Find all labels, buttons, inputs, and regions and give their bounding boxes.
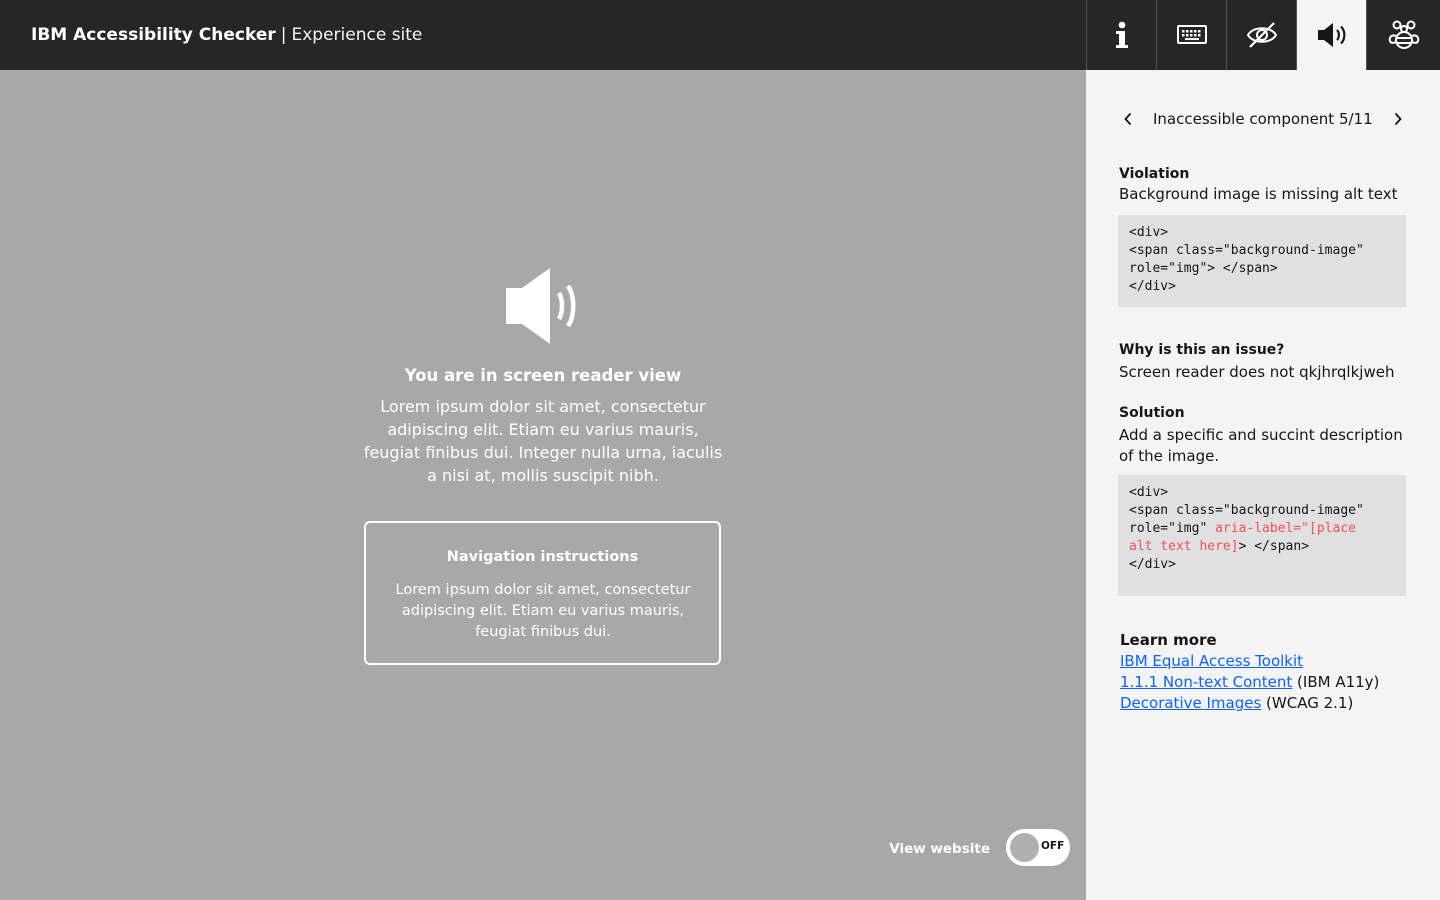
violation-code-snippet: <div> <span class="background-image" rol… [1118, 215, 1406, 307]
eye-slash-icon [1246, 22, 1277, 48]
info-view-button[interactable] [1086, 0, 1156, 70]
top-bar: IBM Accessibility Checker | Experience s… [0, 0, 1440, 70]
why-text: Screen reader does not qkjhrqlkjweh [1119, 363, 1395, 381]
bee-view-button[interactable] [1366, 0, 1440, 70]
view-website-toggle[interactable]: OFF [1006, 829, 1070, 866]
equal-access-toolkit-link[interactable]: IBM Equal Access Toolkit [1120, 652, 1303, 670]
link-suffix: (IBM A11y) [1292, 673, 1380, 691]
link-suffix: (WCAG 2.1) [1261, 694, 1354, 712]
low-vision-view-button[interactable] [1226, 0, 1296, 70]
navigation-instructions-card: Navigation instructions Lorem ipsum dolo… [364, 521, 721, 665]
brand-title: IBM Accessibility Checker [31, 25, 276, 45]
chevron-right-icon [1394, 112, 1402, 126]
solution-heading: Solution [1119, 405, 1185, 421]
learn-more-item: Decorative Images (WCAG 2.1) [1120, 693, 1420, 714]
info-icon [1115, 21, 1128, 48]
view-toolbar [1086, 0, 1440, 70]
screen-reader-view-button[interactable] [1296, 0, 1366, 70]
violation-heading: Violation [1119, 166, 1190, 182]
next-component-button[interactable] [1386, 107, 1410, 131]
learn-more-heading: Learn more [1120, 631, 1217, 649]
component-counter: Inaccessible component 5/11 [1153, 110, 1373, 128]
view-website-label: View website [889, 841, 990, 857]
solution-code-snippet: <div> <span class="background-image" rol… [1118, 475, 1406, 596]
speaker-icon [1317, 23, 1345, 47]
violation-text: Background image is missing alt text [1119, 185, 1398, 203]
keyboard-view-button[interactable] [1156, 0, 1226, 70]
speaker-icon [506, 268, 576, 344]
brand: IBM Accessibility Checker | Experience s… [31, 0, 422, 70]
decorative-images-link[interactable]: Decorative Images [1120, 694, 1261, 712]
non-text-content-link[interactable]: 1.1.1 Non-text Content [1120, 673, 1292, 691]
learn-more-item: IBM Equal Access Toolkit [1120, 651, 1420, 672]
navigation-instructions-title: Navigation instructions [446, 549, 639, 565]
bee-icon [1388, 20, 1419, 49]
chevron-left-icon [1124, 112, 1132, 126]
brand-separator: | [280, 25, 287, 45]
keyboard-icon [1176, 25, 1207, 44]
previous-component-button[interactable] [1116, 107, 1140, 131]
component-pager: Inaccessible component 5/11 [1116, 107, 1412, 131]
view-description: Lorem ipsum dolor sit amet, consectetur … [363, 397, 723, 485]
screen-reader-view: You are in screen reader view Lorem ipsu… [0, 70, 1086, 900]
brand-subtitle: Experience site [291, 25, 423, 45]
learn-more-links: IBM Equal Access Toolkit 1.1.1 Non-text … [1120, 651, 1420, 714]
toggle-state-label: OFF [1041, 840, 1065, 852]
navigation-instructions-text: Lorem ipsum dolor sit amet, consectetur … [395, 582, 691, 640]
solution-text: Add a specific and succint description o… [1119, 426, 1403, 465]
why-heading: Why is this an issue? [1119, 342, 1285, 358]
toggle-knob [1010, 833, 1039, 862]
view-title: You are in screen reader view [404, 366, 682, 385]
issue-details-panel: Inaccessible component 5/11 Violation Ba… [1086, 70, 1440, 900]
learn-more-item: 1.1.1 Non-text Content (IBM A11y) [1120, 672, 1420, 693]
